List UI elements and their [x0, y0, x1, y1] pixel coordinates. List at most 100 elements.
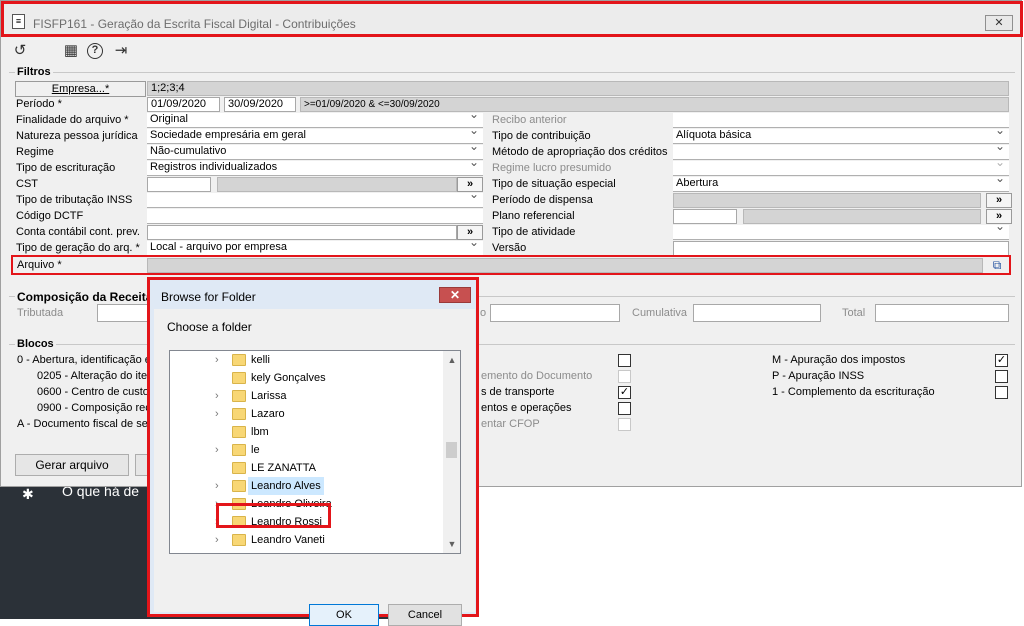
- window-close-button[interactable]: ✕: [985, 15, 1013, 31]
- tree-scrollbar[interactable]: ▲ ▼: [443, 351, 460, 553]
- finalidade-label: Finalidade do arquivo *: [16, 114, 129, 126]
- conta-contabil-more-button[interactable]: »: [457, 225, 483, 240]
- regime-lucro-presumido-select: [673, 161, 1009, 176]
- undo-icon[interactable]: ↺: [11, 42, 29, 60]
- folder-item[interactable]: › Lazaro: [170, 405, 442, 423]
- tipo-escrituracao-label: Tipo de escrituração: [16, 162, 116, 174]
- situacao-especial-select[interactable]: Abertura: [673, 177, 1009, 192]
- browse-folder-icon[interactable]: ⧉: [987, 257, 1007, 273]
- tributada-input[interactable]: [97, 304, 149, 322]
- expand-chevron-icon[interactable]: ›: [215, 441, 219, 459]
- gerar-arquivo-button[interactable]: Gerar arquivo: [15, 454, 129, 476]
- codigo-dctf-label: Código DCTF: [16, 210, 84, 222]
- expand-chevron-icon[interactable]: ›: [215, 531, 219, 549]
- expand-chevron-icon[interactable]: ›: [215, 405, 219, 423]
- document-icon: ≡: [12, 14, 25, 29]
- tributacao-inss-label: Tipo de tributação INSS: [16, 194, 133, 206]
- tipo-atividade-select[interactable]: [673, 225, 1009, 240]
- versao-input[interactable]: [673, 241, 1009, 256]
- finalidade-select[interactable]: Original: [147, 113, 483, 128]
- natureza-select[interactable]: Sociedade empresária em geral: [147, 129, 483, 144]
- nao-tributada-input[interactable]: [490, 304, 620, 322]
- bloco-checkbox-checked[interactable]: ✓: [618, 386, 631, 399]
- empresa-value-field: 1;2;3;4: [147, 81, 1009, 96]
- plano-referencial-label: Plano referencial: [492, 210, 575, 222]
- bloco-checkbox-checked[interactable]: ✓: [995, 354, 1008, 367]
- background-app-icon: ✱: [22, 486, 34, 502]
- calendar-icon[interactable]: ▦: [62, 42, 80, 60]
- filtros-title: Filtros: [15, 66, 53, 78]
- bloco-item: A - Documento fiscal de se: [17, 418, 148, 430]
- cst-input[interactable]: [147, 177, 211, 192]
- bloco-label: emento do Documento: [481, 370, 593, 382]
- tipo-contribuicao-select[interactable]: Alíquota básica: [673, 129, 1009, 144]
- folder-label: kelli: [251, 354, 270, 366]
- folder-item-selected[interactable]: › Leandro Alves: [170, 477, 442, 495]
- bloco-item: 0900 - Composição rec: [37, 402, 151, 414]
- folder-label: LE ZANATTA: [251, 462, 316, 474]
- bloco-checkbox[interactable]: [618, 354, 631, 367]
- regime-select[interactable]: Não-cumulativo: [147, 145, 483, 160]
- exit-icon[interactable]: ⇥: [112, 42, 130, 60]
- tipo-contribuicao-label: Tipo de contribuição: [492, 130, 591, 142]
- expand-chevron-icon[interactable]: ›: [215, 477, 219, 495]
- folder-icon: [232, 480, 246, 492]
- ok-button[interactable]: OK: [309, 604, 379, 626]
- periodo-expression: >=01/09/2020 & <=30/09/2020: [300, 97, 1009, 112]
- bloco-item: 0 - Abertura, identificação e: [17, 354, 151, 366]
- arquivo-label: Arquivo *: [17, 259, 62, 271]
- folder-label: Larissa: [251, 390, 287, 402]
- conta-contabil-label: Conta contábil cont. prev.: [16, 226, 140, 238]
- bloco-item: 0600 - Centro de custo: [37, 386, 149, 398]
- cumulativa-input[interactable]: [693, 304, 821, 322]
- bloco-checkbox[interactable]: [618, 402, 631, 415]
- tributacao-inss-select[interactable]: [147, 193, 483, 208]
- metodo-apropriacao-select[interactable]: [673, 145, 1009, 160]
- cst-more-button[interactable]: »: [457, 177, 483, 192]
- tipo-geracao-select[interactable]: Local - arquivo por empresa: [147, 241, 483, 256]
- plano-referencial-more-button[interactable]: »: [986, 209, 1012, 224]
- codigo-dctf-input[interactable]: [147, 209, 483, 224]
- expand-chevron-icon[interactable]: ›: [215, 387, 219, 405]
- periodo-dispensa-label: Período de dispensa: [492, 194, 593, 206]
- total-input[interactable]: [875, 304, 1009, 322]
- dialog-body: Choose a folder › kelli kely Gonçalves ›…: [154, 309, 475, 626]
- plano-referencial-input[interactable]: [673, 209, 737, 224]
- folder-icon: [232, 390, 246, 402]
- folder-icon: [232, 534, 246, 546]
- expand-chevron-icon[interactable]: ›: [215, 351, 219, 369]
- folder-item[interactable]: › kelli: [170, 351, 442, 369]
- total-label: Total: [842, 307, 866, 319]
- arquivo-path-field: [147, 258, 983, 273]
- folder-item[interactable]: › Larissa: [170, 387, 442, 405]
- help-icon[interactable]: ?: [87, 43, 103, 59]
- scroll-up-icon[interactable]: ▲: [447, 355, 457, 365]
- folder-item[interactable]: lbm: [170, 423, 442, 441]
- folder-item[interactable]: › Leandro Vaneti: [170, 531, 442, 549]
- empresa-button[interactable]: Empresa...*: [15, 81, 146, 97]
- bloco-checkbox[interactable]: [995, 386, 1008, 399]
- dialog-close-button[interactable]: ✕: [439, 287, 471, 303]
- folder-item[interactable]: kely Gonçalves: [170, 369, 442, 387]
- bloco-checkbox[interactable]: [995, 370, 1008, 383]
- recibo-anterior-input[interactable]: [673, 113, 1009, 128]
- title-bar: ≡ FISFP161 - Geração da Escrita Fiscal D…: [1, 1, 1023, 37]
- folder-label: Leandro Vaneti: [251, 534, 325, 546]
- periodo-end-input[interactable]: 30/09/2020: [224, 97, 296, 112]
- scroll-down-icon[interactable]: ▼: [447, 539, 457, 549]
- folder-item[interactable]: LE ZANATTA: [170, 459, 442, 477]
- periodo-dispensa-more-button[interactable]: »: [986, 193, 1012, 208]
- tributada-label: Tributada: [17, 307, 64, 319]
- tipo-escrituracao-select[interactable]: Registros individualizados: [147, 161, 483, 176]
- metodo-apropriacao-label: Método de apropriação dos créditos: [492, 146, 668, 158]
- periodo-start-input[interactable]: 01/09/2020: [147, 97, 220, 112]
- folder-icon: [232, 372, 246, 384]
- regime-lucro-presumido-label: Regime lucro presumido: [492, 162, 612, 174]
- situacao-especial-label: Tipo de situação especial: [492, 178, 616, 190]
- folder-item[interactable]: › le: [170, 441, 442, 459]
- conta-contabil-input[interactable]: [147, 225, 457, 240]
- cancel-button[interactable]: Cancel: [388, 604, 462, 626]
- scroll-thumb[interactable]: [446, 442, 457, 458]
- browse-folder-dialog: Browse for Folder ✕ Choose a folder › ke…: [147, 277, 479, 626]
- tipo-geracao-label: Tipo de geração do arq. *: [16, 242, 140, 254]
